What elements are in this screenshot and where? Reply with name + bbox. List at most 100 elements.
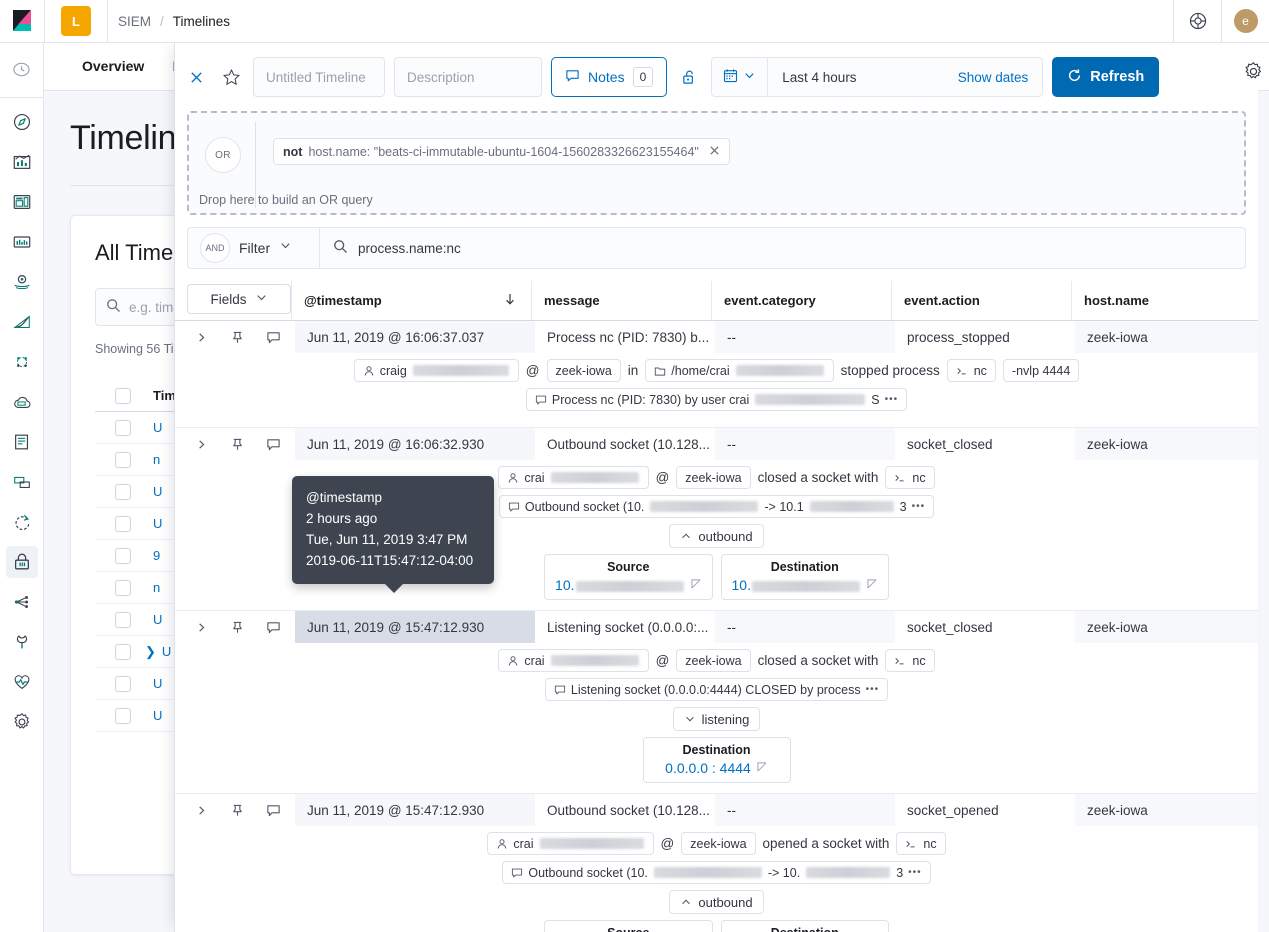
- user-chip[interactable]: crai: [487, 832, 654, 855]
- event-summary-chip[interactable]: Outbound socket (10. -> 10.1 3 •••: [498, 495, 935, 518]
- external-link-icon[interactable]: [866, 578, 878, 590]
- cell-event-category[interactable]: --: [715, 321, 895, 353]
- column-header-event-category[interactable]: event.category: [711, 281, 891, 320]
- select-all-checkbox[interactable]: [115, 387, 131, 404]
- network-endpoint-destination[interactable]: Destination 0.0.0.0 : 4444: [642, 737, 791, 783]
- cell-event-action[interactable]: socket_closed: [895, 428, 1075, 460]
- breadcrumb-item-siem[interactable]: SIEM: [118, 14, 151, 29]
- rail-item-siem-retry[interactable]: [6, 506, 38, 538]
- tab-overview[interactable]: Overview: [68, 43, 158, 91]
- rail-item-dev-tools[interactable]: [6, 626, 38, 658]
- close-icon[interactable]: [183, 64, 209, 90]
- process-chip[interactable]: nc: [896, 832, 946, 855]
- rail-item-machine-learning[interactable]: [6, 306, 38, 338]
- chevron-right-icon[interactable]: [183, 804, 219, 817]
- cell-event-category[interactable]: --: [715, 428, 895, 460]
- cell-event-category[interactable]: --: [715, 794, 895, 826]
- cell-timestamp[interactable]: Jun 11, 2019 @ 16:06:32.930: [295, 428, 535, 460]
- process-chip[interactable]: nc: [885, 649, 935, 672]
- row-checkbox[interactable]: [115, 643, 131, 660]
- row-checkbox[interactable]: [115, 579, 131, 596]
- timeline-name-link[interactable]: U: [153, 516, 162, 531]
- column-header-host-name[interactable]: host.name: [1071, 281, 1258, 320]
- table-row[interactable]: Jun 11, 2019 @ 16:06:37.037 Process nc (P…: [175, 321, 1258, 428]
- row-checkbox[interactable]: [115, 515, 131, 532]
- timeline-name-link[interactable]: U: [153, 420, 162, 435]
- cell-timestamp[interactable]: Jun 11, 2019 @ 15:47:12.930: [295, 611, 535, 643]
- timeline-name-link[interactable]: U: [162, 644, 171, 659]
- timeline-name-link[interactable]: U: [153, 708, 162, 723]
- breadcrumb-item-timelines[interactable]: Timelines: [173, 14, 230, 29]
- more-actions-icon[interactable]: •••: [866, 684, 880, 695]
- show-dates-button[interactable]: Show dates: [958, 70, 1043, 85]
- help-circle-icon[interactable]: [1173, 0, 1221, 42]
- user-chip[interactable]: crai: [498, 649, 649, 672]
- cell-host-name[interactable]: zeek-iowa: [1075, 611, 1258, 643]
- timeline-name-link[interactable]: n: [153, 580, 160, 595]
- row-checkbox[interactable]: [115, 611, 131, 628]
- host-chip[interactable]: zeek-iowa: [676, 649, 751, 672]
- cell-event-action[interactable]: process_stopped: [895, 321, 1075, 353]
- more-actions-icon[interactable]: •••: [908, 867, 922, 878]
- cell-host-name[interactable]: zeek-iowa: [1075, 428, 1258, 460]
- pin-icon[interactable]: [219, 620, 255, 635]
- network-direction-toggle[interactable]: outbound: [669, 890, 764, 914]
- unlock-icon[interactable]: [676, 64, 702, 90]
- and-connector-badge[interactable]: AND: [200, 233, 230, 263]
- process-args-chip[interactable]: -nvlp 4444: [1002, 359, 1080, 382]
- table-row[interactable]: Jun 11, 2019 @ 15:47:12.930 Outbound sock…: [175, 794, 1258, 932]
- cell-event-action[interactable]: socket_opened: [895, 794, 1075, 826]
- or-connector-badge[interactable]: OR: [205, 137, 241, 173]
- event-summary-chip[interactable]: Outbound socket (10. -> 10. 3 •••: [502, 861, 931, 884]
- chevron-right-icon[interactable]: ❯: [145, 644, 156, 660]
- timeline-name-link[interactable]: U: [153, 676, 162, 691]
- date-quick-select[interactable]: [712, 58, 769, 96]
- network-direction-toggle[interactable]: outbound: [669, 524, 764, 548]
- rail-item-discover[interactable]: [6, 106, 38, 138]
- timeline-name-link[interactable]: n: [153, 452, 160, 467]
- or-drop-zone[interactable]: OR not host.name: "beats-ci-immutable-ub…: [187, 111, 1246, 215]
- fields-button[interactable]: Fields: [187, 284, 291, 314]
- network-endpoint-destination[interactable]: Destination10.: [720, 920, 889, 932]
- timeline-name-link[interactable]: U: [153, 484, 162, 499]
- cell-host-name[interactable]: zeek-iowa: [1075, 321, 1258, 353]
- timeline-name-link[interactable]: U: [153, 612, 162, 627]
- event-summary-chip[interactable]: Process nc (PID: 7830) by user crai S •••: [525, 388, 908, 411]
- chevron-right-icon[interactable]: [183, 621, 219, 634]
- host-chip[interactable]: zeek-iowa: [681, 832, 756, 855]
- network-direction-toggle[interactable]: listening: [672, 707, 761, 731]
- kibana-logo-icon[interactable]: [0, 0, 44, 42]
- comment-icon[interactable]: [255, 437, 291, 452]
- pin-icon[interactable]: [219, 803, 255, 818]
- table-row[interactable]: Jun 11, 2019 @ 15:47:12.930 Listening soc…: [175, 611, 1258, 794]
- timeline-name-link[interactable]: 9: [153, 548, 160, 563]
- timeline-description-input[interactable]: Description: [394, 57, 542, 97]
- pin-icon[interactable]: [219, 437, 255, 452]
- cell-message[interactable]: Process nc (PID: 7830) b...: [535, 321, 715, 353]
- endpoint-value[interactable]: 10.: [555, 577, 701, 593]
- rail-item-monitoring[interactable]: [6, 666, 38, 698]
- arrow-down-icon[interactable]: [503, 292, 517, 309]
- event-summary-chip[interactable]: Listening socket (0.0.0.0:4444) CLOSED b…: [544, 678, 889, 701]
- rail-item-apm[interactable]: [6, 386, 38, 418]
- path-chip[interactable]: /home/crai: [645, 359, 834, 382]
- cell-event-action[interactable]: socket_closed: [895, 611, 1075, 643]
- row-checkbox[interactable]: [115, 547, 131, 564]
- rail-item-graph[interactable]: [6, 586, 38, 618]
- rail-item-siem[interactable]: [5, 546, 38, 578]
- cell-host-name[interactable]: zeek-iowa: [1075, 794, 1258, 826]
- row-checkbox[interactable]: [115, 707, 131, 724]
- cell-event-category[interactable]: --: [715, 611, 895, 643]
- row-checkbox[interactable]: [115, 419, 131, 436]
- rail-item-logs[interactable]: [6, 426, 38, 458]
- app-badge[interactable]: L: [61, 6, 91, 36]
- star-icon[interactable]: [218, 64, 244, 90]
- network-endpoint-source[interactable]: Source 10.: [544, 554, 713, 600]
- rail-item-dashboard[interactable]: [6, 186, 38, 218]
- process-chip[interactable]: nc: [885, 466, 935, 489]
- process-chip[interactable]: nc: [946, 359, 996, 382]
- rail-item-maps[interactable]: [6, 266, 38, 298]
- external-link-icon[interactable]: [756, 761, 768, 773]
- host-chip[interactable]: zeek-iowa: [546, 359, 621, 382]
- more-actions-icon[interactable]: •••: [912, 501, 926, 512]
